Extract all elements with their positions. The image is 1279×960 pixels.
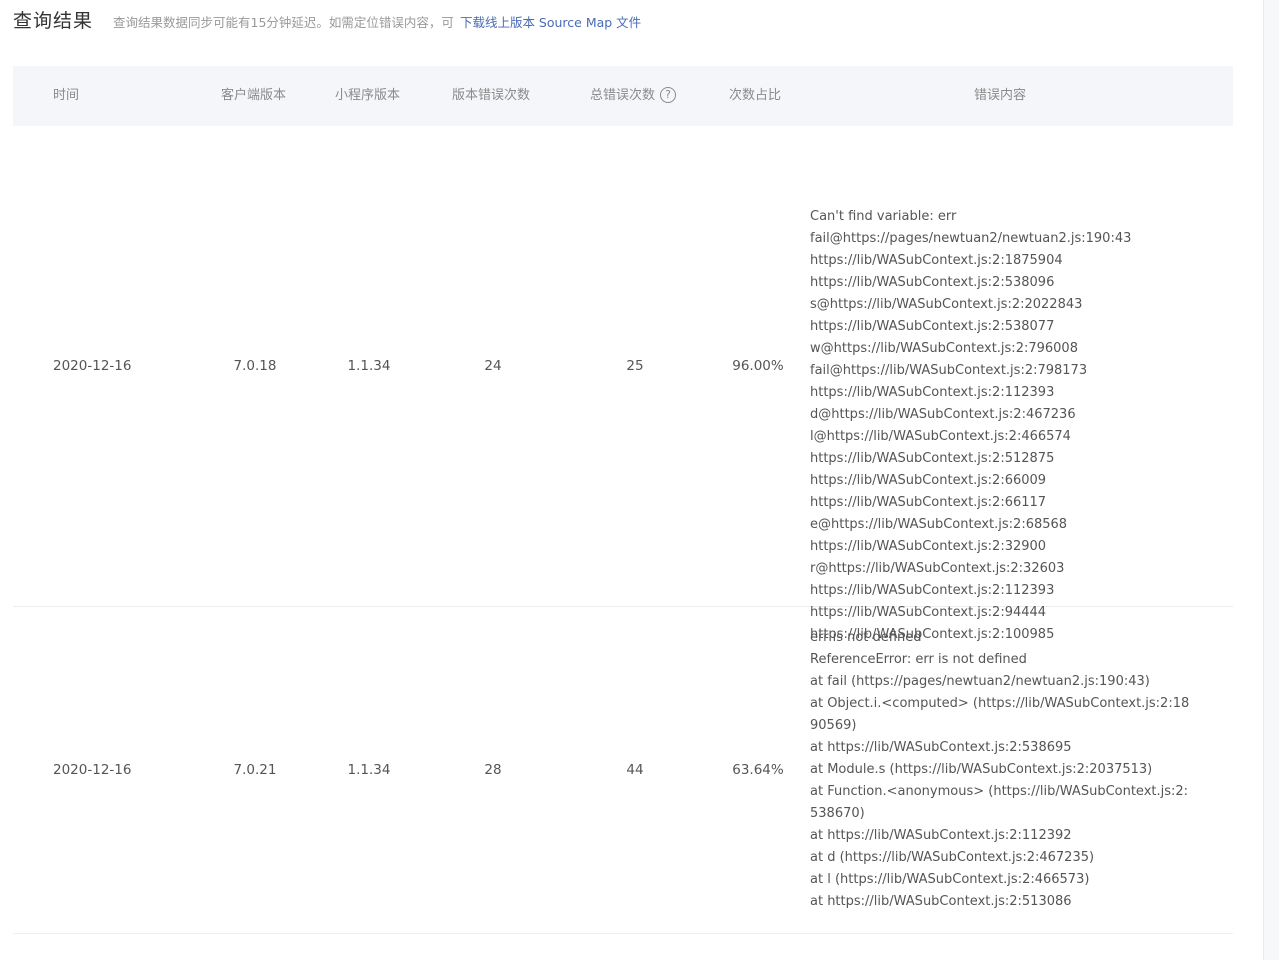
cell-client-version: 7.0.18: [233, 358, 277, 374]
column-header-total-error-count-label: 总错误次数: [590, 88, 656, 103]
column-header-time[interactable]: 时间: [53, 66, 79, 126]
query-results-page: 查询结果 查询结果数据同步可能有15分钟延迟。如需定位错误内容，可 下载线上版本…: [0, 0, 1279, 960]
error-results-table: 时间 客户端版本 小程序版本 版本错误次数 总错误次数? 次数占比 错误内容 2…: [13, 66, 1233, 934]
help-icon[interactable]: ?: [660, 86, 677, 103]
download-source-map-link[interactable]: 下载线上版本 Source Map 文件: [460, 12, 641, 31]
cell-error-content: err is not defined ReferenceError: err i…: [810, 630, 1190, 909]
cell-version-error-count: 28: [484, 762, 502, 778]
column-header-error-content: 错误内容: [974, 88, 1027, 103]
cell-version-error-count: 24: [484, 358, 502, 374]
column-header-ratio[interactable]: 次数占比: [729, 66, 781, 126]
cell-ratio: 63.64%: [732, 762, 784, 778]
column-header-mini-program-version[interactable]: 小程序版本: [335, 66, 400, 126]
results-header: 查询结果 查询结果数据同步可能有15分钟延迟。如需定位错误内容，可 下载线上版本…: [13, 6, 641, 36]
column-header-total-error-count[interactable]: 总错误次数?: [590, 66, 677, 126]
cell-time: 2020-12-16: [53, 762, 132, 778]
page-title: 查询结果: [13, 10, 94, 32]
column-header-client-version[interactable]: 客户端版本: [221, 66, 286, 126]
cell-mini-program-version: 1.1.34: [347, 762, 391, 778]
cell-error-content: Can't find variable: err fail@https://pa…: [810, 209, 1132, 642]
cell-ratio: 96.00%: [732, 358, 784, 374]
table-row: 2020-12-16 7.0.21 1.1.34 28 44 63.64% er…: [13, 607, 1233, 934]
cell-client-version: 7.0.21: [233, 762, 277, 778]
vertical-scrollbar[interactable]: [1263, 0, 1279, 960]
column-header-version-error-count[interactable]: 版本错误次数: [452, 66, 530, 126]
table-row: 2020-12-16 7.0.18 1.1.34 24 25 96.00% Ca…: [13, 126, 1233, 642]
sync-delay-notice: 查询结果数据同步可能有15分钟延迟。如需定位错误内容，可: [113, 15, 454, 30]
cell-mini-program-version: 1.1.34: [347, 358, 391, 374]
cell-total-error-count: 44: [626, 762, 644, 778]
table-header: 时间 客户端版本 小程序版本 版本错误次数 总错误次数? 次数占比 错误内容: [13, 66, 1233, 126]
cell-time: 2020-12-16: [53, 358, 132, 374]
cell-total-error-count: 25: [626, 358, 644, 374]
